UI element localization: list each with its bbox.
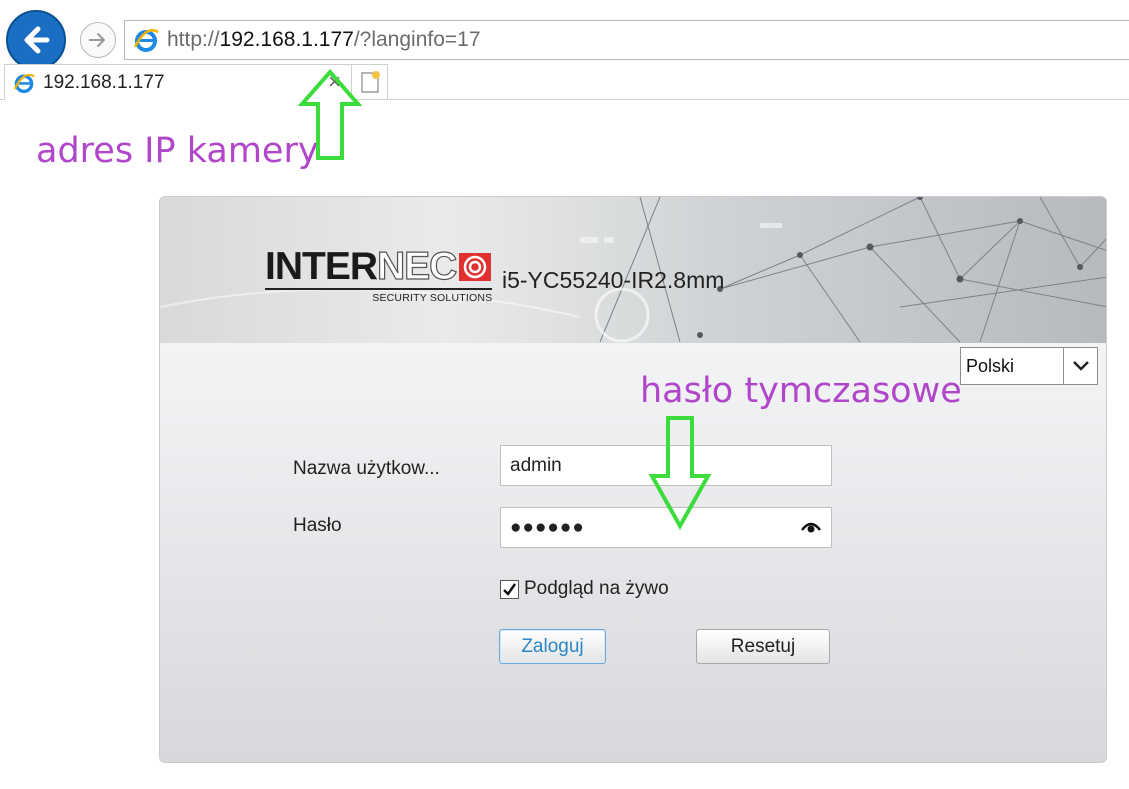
login-button[interactable]: Zaloguj	[499, 629, 606, 664]
forward-button[interactable]	[80, 22, 116, 58]
forward-arrow-icon	[89, 33, 105, 47]
login-panel: INTER NEC SECURITY SOLUTIONS i5-YC55240-I…	[159, 196, 1107, 763]
logo-mark-icon	[459, 253, 492, 281]
password-label: Hasło	[293, 515, 342, 536]
logo-tagline: SECURITY SOLUTIONS	[265, 288, 493, 304]
tab-title: 192.168.1.177	[43, 71, 165, 93]
back-button[interactable]	[6, 10, 66, 70]
camera-model: i5-YC55240-IR2.8mm	[502, 267, 725, 293]
chevron-down-icon	[1072, 361, 1089, 371]
up-arrow-annotation-icon	[298, 68, 362, 160]
live-view-checkbox[interactable]	[500, 579, 519, 599]
language-value: Polski	[966, 355, 1015, 376]
back-arrow-icon	[24, 26, 50, 54]
username-label: Nazwa użytkow...	[293, 458, 440, 479]
ie-logo-icon	[133, 29, 159, 52]
show-password-eye-icon[interactable]	[801, 520, 821, 534]
ip-annotation: adres IP kamery	[36, 131, 319, 171]
live-view-label: Podgląd na żywo	[524, 578, 669, 599]
down-arrow-annotation-icon	[648, 416, 712, 530]
password-annotation: hasło tymczasowe	[640, 371, 962, 411]
url-text: http://192.168.1.177/?langinfo=17	[167, 28, 481, 51]
live-view-option[interactable]: Podgląd na żywo	[500, 578, 669, 600]
tab-strip: 192.168.1.177 ×	[0, 64, 1129, 100]
ie-logo-icon	[13, 73, 35, 93]
language-dropdown-button[interactable]	[1063, 348, 1097, 384]
reset-button[interactable]: Resetuj	[696, 629, 830, 664]
internec-logo: INTER NEC SECURITY SOLUTIONS	[265, 245, 493, 304]
address-bar[interactable]: http://192.168.1.177/?langinfo=17	[124, 20, 1129, 60]
password-mask: ●●●●●●	[510, 516, 585, 538]
logo-brand-b: NEC	[376, 245, 458, 288]
logo-brand-a: INTER	[265, 245, 378, 288]
language-select[interactable]: Polski	[960, 347, 1098, 385]
checkmark-icon	[503, 582, 517, 596]
login-banner: INTER NEC SECURITY SOLUTIONS i5-YC55240-I…	[160, 197, 1106, 343]
